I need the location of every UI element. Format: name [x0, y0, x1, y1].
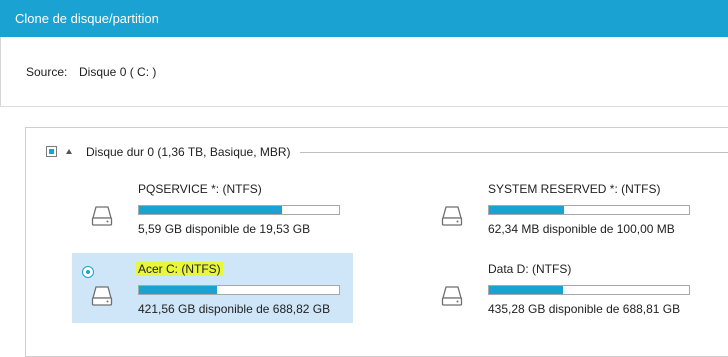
window-title: Clone de disque/partition: [15, 11, 159, 26]
partition-usage-fill: [489, 286, 563, 294]
partition-usage-fill: [489, 206, 565, 214]
source-value: Disque 0 ( C: ): [79, 65, 157, 79]
source-row: Source: Disque 0 ( C: ): [0, 37, 728, 107]
partition-name: Data D: (NTFS): [488, 262, 572, 276]
hard-drive-icon: [91, 286, 113, 306]
partition-name: SYSTEM RESERVED *: (NTFS): [488, 182, 661, 196]
title-bar: Clone de disque/partition: [0, 0, 728, 37]
partition-usage-bar: [138, 205, 340, 215]
partition-free-space: 5,59 GB disponible de 19,53 GB: [138, 222, 311, 236]
hard-drive-icon: [441, 206, 463, 226]
partition-free-space: 435,28 GB disponible de 688,81 GB: [488, 302, 681, 316]
partition-usage-bar: [138, 285, 340, 295]
partition-name: Acer C: (NTFS): [136, 262, 223, 276]
hard-drive-icon: [91, 206, 113, 226]
partition-free-space: 421,56 GB disponible de 688,82 GB: [138, 302, 331, 316]
hard-drive-icon: [441, 286, 463, 306]
partition-item-system-reserved[interactable]: SYSTEM RESERVED *: (NTFS) 62,34 MB dispo…: [422, 173, 703, 243]
partition-usage-bar: [488, 205, 690, 215]
partition-free-space: 62,34 MB disponible de 100,00 MB: [488, 222, 675, 236]
disk-checkbox[interactable]: [46, 146, 57, 157]
disk-title: Disque dur 0 (1,36 TB, Basique, MBR): [86, 145, 291, 159]
partition-item-acer-c[interactable]: Acer C: (NTFS) 421,56 GB disponible de 6…: [72, 253, 353, 323]
partition-name: PQSERVICE *: (NTFS): [138, 182, 262, 196]
partition-usage-bar: [488, 285, 690, 295]
partition-item-data-d[interactable]: Data D: (NTFS) 435,28 GB disponible de 6…: [422, 253, 703, 323]
divider: [0, 106, 728, 107]
disk-header-line: [300, 152, 728, 153]
source-label: Source:: [26, 65, 68, 79]
highlight-mark: Acer C: (NTFS): [136, 262, 223, 276]
partition-item-pqservice[interactable]: PQSERVICE *: (NTFS) 5,59 GB disponible d…: [72, 173, 353, 243]
partition-usage-fill: [139, 206, 282, 214]
partition-radio-button[interactable]: [82, 266, 94, 278]
partition-usage-fill: [139, 286, 217, 294]
collapse-caret-icon[interactable]: [66, 149, 72, 154]
